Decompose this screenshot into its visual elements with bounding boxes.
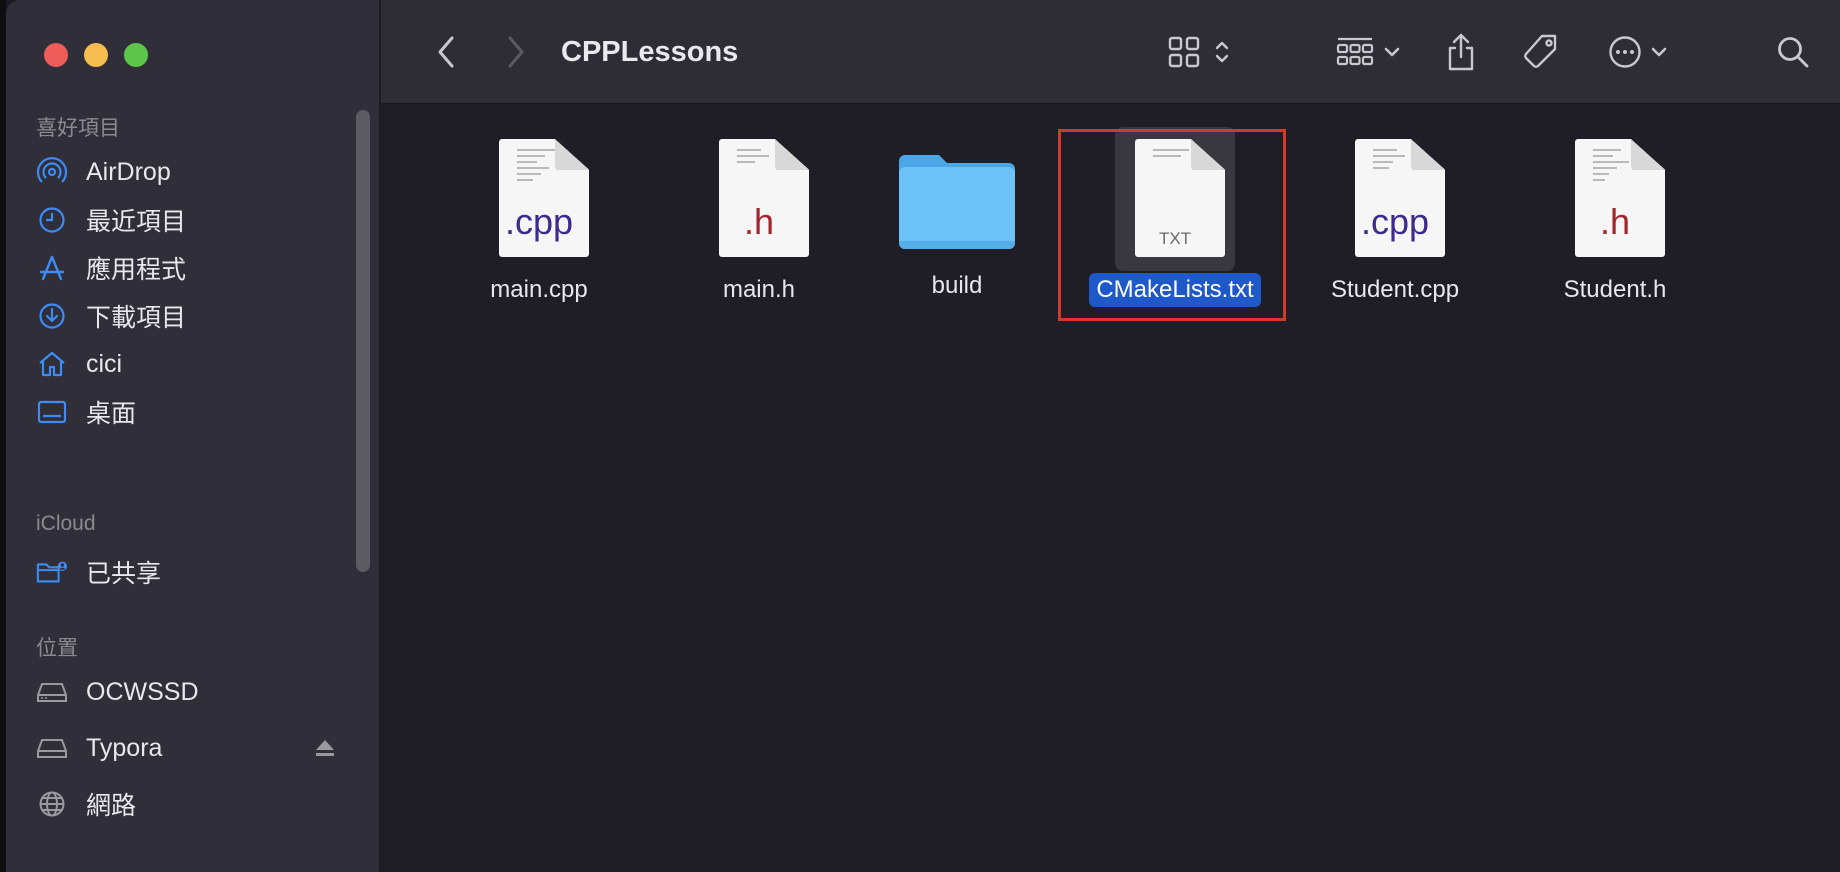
cpp-file-icon: .cpp xyxy=(1345,139,1445,259)
globe-icon xyxy=(36,788,68,820)
sidebar-item-label: cici xyxy=(86,349,123,378)
chevron-left-icon xyxy=(438,36,454,68)
sidebar-section-icloud: iCloud xyxy=(36,512,96,535)
chevron-down-icon xyxy=(1651,47,1667,57)
sidebar-item-label: AirDrop xyxy=(86,157,171,186)
file-ext-label: .cpp xyxy=(1360,201,1430,242)
drive-icon xyxy=(36,676,68,708)
minimize-window-button[interactable] xyxy=(84,43,108,67)
home-icon xyxy=(36,348,68,380)
shared-folder-icon xyxy=(36,556,68,588)
airdrop-icon xyxy=(36,156,68,188)
folder-icon xyxy=(895,139,1019,259)
sidebar-item-ocwssd[interactable]: OCWSSD xyxy=(36,668,336,716)
forward-button[interactable] xyxy=(496,30,536,74)
cpp-file-icon: .cpp xyxy=(489,139,589,259)
sidebar-item-label: 桌面 xyxy=(86,400,137,428)
close-window-button[interactable] xyxy=(44,43,68,67)
view-mode-button[interactable] xyxy=(1155,30,1245,74)
search-icon xyxy=(1778,37,1809,68)
clock-icon xyxy=(36,204,68,236)
sidebar-item-airdrop[interactable]: AirDrop xyxy=(36,148,336,196)
traffic-lights xyxy=(44,43,148,67)
zoom-window-button[interactable] xyxy=(124,43,148,67)
file-name[interactable]: Student.h xyxy=(1557,273,1674,307)
file-ext-label: .h xyxy=(1599,201,1631,242)
tags-button[interactable] xyxy=(1518,30,1562,74)
desktop-icon xyxy=(36,396,68,428)
sidebar-item-desktop[interactable]: 桌面 xyxy=(36,388,336,436)
back-button[interactable] xyxy=(426,30,466,74)
file-item-main-cpp[interactable]: .cpp main.cpp xyxy=(439,139,639,307)
share-icon xyxy=(1448,33,1474,71)
sidebar-item-label: OCWSSD xyxy=(86,677,199,706)
chevron-down-icon xyxy=(1384,47,1400,57)
sidebar-item-home[interactable]: cici xyxy=(36,340,336,388)
toolbar: CPPLessons xyxy=(381,0,1840,104)
search-button[interactable] xyxy=(1771,30,1815,74)
more-icon xyxy=(1609,36,1641,68)
file-item-main-h[interactable]: .h main.h xyxy=(659,139,859,307)
download-icon xyxy=(36,300,68,332)
sidebar-item-recents[interactable]: 最近項目 xyxy=(36,196,336,244)
file-item-student-cpp[interactable]: .cpp Student.cpp xyxy=(1295,139,1495,307)
file-ext-label: .cpp xyxy=(504,201,574,242)
sidebar-item-label: 應用程式 xyxy=(86,256,187,284)
header-file-icon: .h xyxy=(709,139,809,259)
grid-view-icon xyxy=(1168,36,1200,68)
updown-chevron-icon xyxy=(1215,41,1229,63)
sidebar-item-downloads[interactable]: 下載項目 xyxy=(36,292,336,340)
group-by-button[interactable] xyxy=(1329,30,1407,74)
file-item-build-folder[interactable]: build xyxy=(857,139,1057,303)
file-ext-label: .h xyxy=(743,201,775,242)
sidebar-section-favorites: 喜好項目 xyxy=(36,117,120,140)
file-name[interactable]: main.h xyxy=(716,273,802,307)
applications-icon xyxy=(36,252,68,284)
window-title: CPPLessons xyxy=(561,36,739,68)
group-icon xyxy=(1336,37,1374,66)
sidebar-section-locations: 位置 xyxy=(36,637,78,660)
sidebar-item-label: 已共享 xyxy=(86,560,162,588)
file-item-student-h[interactable]: .h Student.h xyxy=(1515,139,1715,307)
sidebar-item-shared[interactable]: 已共享 xyxy=(36,548,336,596)
sidebar-item-typora[interactable]: Typora xyxy=(36,724,336,772)
file-name[interactable]: build xyxy=(925,269,990,303)
eject-icon[interactable] xyxy=(314,738,336,763)
sidebar-item-label: 下載項目 xyxy=(86,304,187,332)
sidebar-scrollbar[interactable] xyxy=(356,110,370,572)
sidebar-item-network[interactable]: 網路 xyxy=(36,780,336,828)
sidebar-item-label: Typora xyxy=(86,733,163,762)
chevron-right-icon xyxy=(508,36,524,68)
file-name[interactable]: Student.cpp xyxy=(1324,273,1466,307)
action-menu-button[interactable] xyxy=(1603,30,1673,74)
annotation-highlight-box xyxy=(1058,129,1286,321)
tag-icon xyxy=(1524,34,1557,68)
drive-icon xyxy=(36,732,68,764)
sidebar-item-label: 最近項目 xyxy=(86,208,187,236)
header-file-icon: .h xyxy=(1565,139,1665,259)
sidebar: 喜好項目 AirDrop 最近項目 應用程式 下載項目 cici 桌面 iClo… xyxy=(6,0,380,872)
finder-window: 喜好項目 AirDrop 最近項目 應用程式 下載項目 cici 桌面 iClo… xyxy=(6,0,1840,872)
sidebar-item-applications[interactable]: 應用程式 xyxy=(36,244,336,292)
file-name[interactable]: main.cpp xyxy=(483,273,594,307)
share-button[interactable] xyxy=(1441,30,1481,74)
sidebar-item-label: 網路 xyxy=(86,792,137,820)
